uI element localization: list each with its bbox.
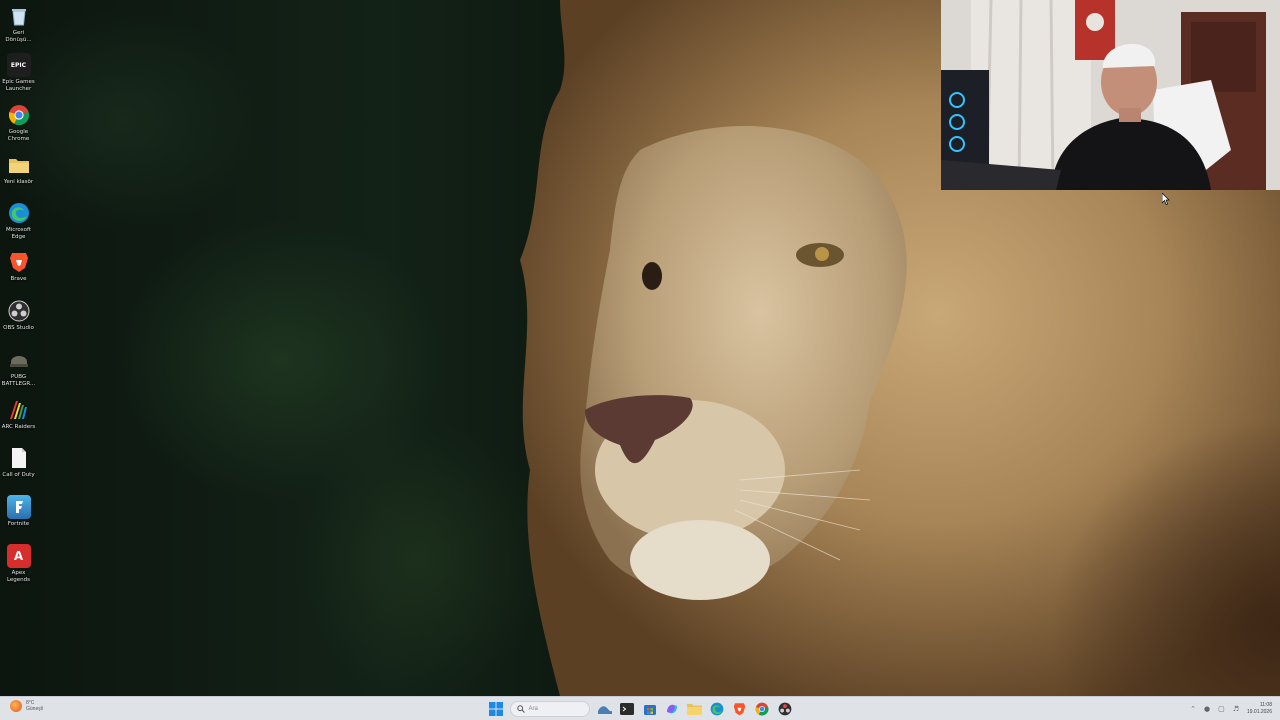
store-icon [643, 705, 656, 715]
desktop-icon-arc-raiders[interactable]: ARC Raiders [0, 398, 37, 431]
obs-icon [7, 299, 31, 323]
folder-icon [7, 153, 31, 177]
chrome-icon [755, 702, 769, 716]
webcam-feed-image [941, 0, 1280, 190]
search-icon [516, 705, 525, 713]
brave-icon [7, 250, 31, 274]
desktop-icon-fortnite[interactable]: Fortnite [0, 495, 37, 528]
taskbar-app-chrome[interactable] [753, 700, 771, 718]
taskbar-app-copilot[interactable] [663, 700, 681, 718]
taskbar-center: Ara [487, 699, 798, 719]
taskbar-app-explorer[interactable] [686, 700, 704, 718]
clock-date: 19.01.2026 [1246, 709, 1272, 715]
desktop-icon-call-of-duty[interactable]: Call of Duty [0, 446, 37, 479]
epic-games-icon: EPIC [6, 53, 31, 77]
start-button[interactable] [487, 700, 505, 718]
recycle-bin-icon [7, 4, 31, 28]
volume-icon[interactable]: ♬ [1233, 705, 1239, 713]
taskbar-search-box[interactable]: Ara [509, 701, 590, 717]
taskbar-clock[interactable]: 11:08 19.01.2026 [1247, 702, 1272, 716]
pubg-icon [7, 348, 31, 372]
show-hidden-icons-chevron-icon[interactable]: ⌃ [1190, 705, 1196, 713]
folder-icon [687, 704, 702, 715]
edge-icon [7, 201, 31, 225]
call-of-duty-icon [7, 446, 31, 470]
taskbar-app-edge[interactable] [708, 700, 726, 718]
windows-icon [489, 702, 503, 716]
obs-icon [778, 702, 791, 716]
microphone-icon[interactable]: ● [1204, 705, 1210, 713]
taskbar-app-obs[interactable] [776, 700, 794, 718]
weather-condition: Güneşli [26, 706, 43, 712]
desktop-icon-new-folder[interactable]: Yeni klasör [0, 153, 37, 186]
weather-widget[interactable]: 8°C Güneşli [10, 700, 43, 712]
desktop-icon-brave[interactable]: Brave [0, 250, 37, 283]
system-tray: ⌃ ● ▢ ♬ 11:08 19.01.2026 [1190, 700, 1272, 718]
edge-icon [710, 702, 724, 716]
desktop-icon-chrome[interactable]: Google Chrome [0, 103, 37, 143]
mouse-cursor-icon [1162, 193, 1170, 205]
widgets-icon [597, 706, 612, 714]
desktop-icon-epic-games[interactable]: EPIC Epic Games Launcher [0, 53, 37, 93]
network-icon[interactable]: ▢ [1218, 705, 1225, 713]
taskbar-app-brave[interactable] [731, 700, 749, 718]
terminal-icon [620, 703, 634, 715]
weather-sun-icon [10, 700, 22, 712]
brave-icon [733, 703, 746, 716]
desktop-icon-obs[interactable]: OBS Studio [0, 299, 37, 332]
taskbar-app-store[interactable] [641, 700, 659, 718]
desktop-icon-apex-legends[interactable]: A Apex Legends [0, 544, 37, 584]
desktop-icon-pubg[interactable]: PUBG BATTLEGR... [0, 348, 37, 388]
chrome-icon [7, 103, 31, 127]
desktop-icon-recycle-bin[interactable]: Geri Dönüşü... [0, 4, 37, 44]
taskbar: 8°C Güneşli Ara ⌃ ● ▢ ♬ 11:08 19.01.2026 [0, 696, 1280, 720]
webcam-overlay [941, 0, 1280, 190]
desktop-icon-edge[interactable]: Microsoft Edge [0, 201, 37, 241]
widgets-button[interactable] [596, 700, 614, 718]
copilot-icon [667, 704, 677, 714]
fortnite-icon [6, 495, 31, 519]
taskbar-app-terminal[interactable] [618, 700, 636, 718]
arc-raiders-icon [7, 398, 31, 422]
search-placeholder: Ara [528, 706, 538, 712]
clock-time: 11:08 [1259, 702, 1272, 708]
apex-legends-icon: A [6, 544, 31, 568]
